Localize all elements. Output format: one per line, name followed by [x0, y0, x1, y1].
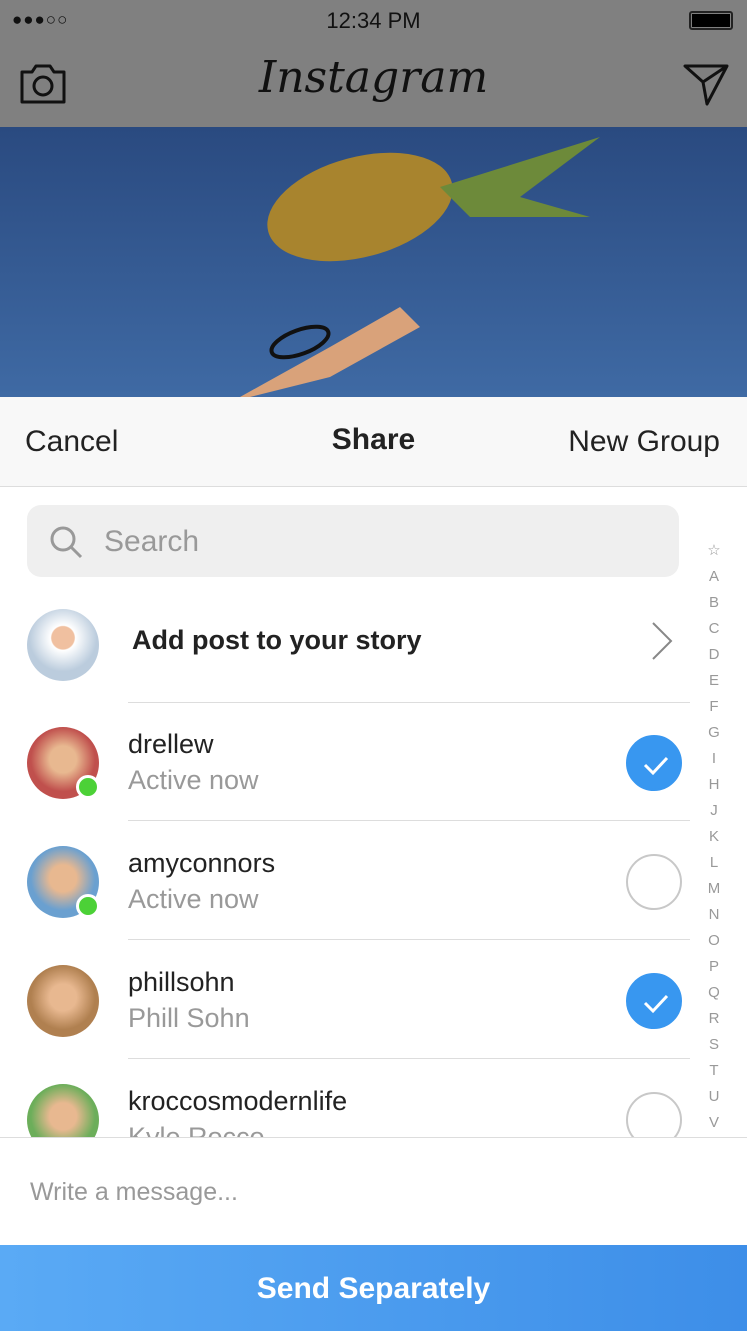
- app-header-dimmed: ●●●○○ 12:34 PM Instagram: [0, 0, 747, 127]
- contact-row[interactable]: phillsohn Phill Sohn: [0, 941, 690, 1059]
- index-letter[interactable]: D: [700, 642, 728, 668]
- index-letter[interactable]: T: [700, 1058, 728, 1084]
- index-letter[interactable]: Q: [700, 980, 728, 1006]
- contact-row[interactable]: drellew Active now: [0, 703, 690, 821]
- index-letter[interactable]: A: [700, 564, 728, 590]
- avatar: [27, 965, 99, 1037]
- divider: [128, 820, 690, 821]
- select-checkbox[interactable]: [626, 973, 682, 1029]
- online-indicator: [76, 894, 100, 918]
- battery-icon: [689, 11, 733, 30]
- contact-subtitle: Active now: [128, 765, 259, 795]
- contact-username: kroccosmodernlife: [128, 1086, 348, 1116]
- alphabet-index[interactable]: ☆ A B C D E F G I H J K L M N O P Q R S T U V: [700, 538, 728, 1136]
- index-letter[interactable]: O: [700, 928, 728, 954]
- contact-subtitle: Phill Sohn: [128, 1003, 250, 1033]
- index-letter[interactable]: N: [700, 902, 728, 928]
- index-letter[interactable]: P: [700, 954, 728, 980]
- index-letter[interactable]: V: [700, 1110, 728, 1136]
- contact-subtitle: Active now: [128, 884, 259, 914]
- pineapple-photo: [240, 137, 600, 397]
- checkmark-icon: [643, 994, 669, 1014]
- select-checkbox[interactable]: [626, 854, 682, 910]
- message-input[interactable]: Write a message...: [0, 1137, 747, 1245]
- contact-row[interactable]: amyconnors Active now: [0, 822, 690, 940]
- avatar: [27, 609, 99, 681]
- search-icon: [50, 526, 83, 559]
- select-checkbox[interactable]: [626, 735, 682, 791]
- search-placeholder: Search: [104, 525, 200, 558]
- contact-username: phillsohn: [128, 967, 235, 997]
- post-image: [0, 127, 747, 397]
- online-indicator: [76, 775, 100, 799]
- index-letter[interactable]: J: [700, 798, 728, 824]
- index-letter[interactable]: B: [700, 590, 728, 616]
- divider: [128, 1058, 690, 1059]
- chevron-right-icon: [652, 622, 673, 660]
- story-label: Add post to your story: [132, 625, 422, 655]
- index-letter[interactable]: K: [700, 824, 728, 850]
- new-group-button[interactable]: New Group: [568, 425, 720, 459]
- direct-send-icon[interactable]: [683, 64, 729, 106]
- status-bar: ●●●○○ 12:34 PM: [0, 6, 747, 36]
- index-letter[interactable]: U: [700, 1084, 728, 1110]
- index-letter[interactable]: C: [700, 616, 728, 642]
- divider: [128, 939, 690, 940]
- contact-username: drellew: [128, 729, 214, 759]
- index-letter[interactable]: G: [700, 720, 728, 746]
- message-placeholder: Write a message...: [30, 1178, 238, 1206]
- contact-username: amyconnors: [128, 848, 276, 878]
- share-header: Cancel Share New Group: [0, 397, 747, 487]
- index-letter[interactable]: M: [700, 876, 728, 902]
- index-letter[interactable]: H: [700, 772, 728, 798]
- index-letter[interactable]: R: [700, 1006, 728, 1032]
- send-separately-button[interactable]: Send Separately: [0, 1245, 747, 1331]
- index-letter[interactable]: S: [700, 1032, 728, 1058]
- instagram-logo: Instagram: [258, 52, 489, 103]
- checkmark-icon: [643, 756, 669, 776]
- add-to-story-row[interactable]: Add post to your story: [0, 585, 690, 703]
- index-letter[interactable]: F: [700, 694, 728, 720]
- search-input[interactable]: Search: [27, 505, 679, 577]
- index-letter[interactable]: L: [700, 850, 728, 876]
- status-time: 12:34 PM: [326, 8, 421, 33]
- index-letter[interactable]: I: [700, 746, 728, 772]
- index-letter[interactable]: ☆: [700, 538, 728, 564]
- index-letter[interactable]: E: [700, 668, 728, 694]
